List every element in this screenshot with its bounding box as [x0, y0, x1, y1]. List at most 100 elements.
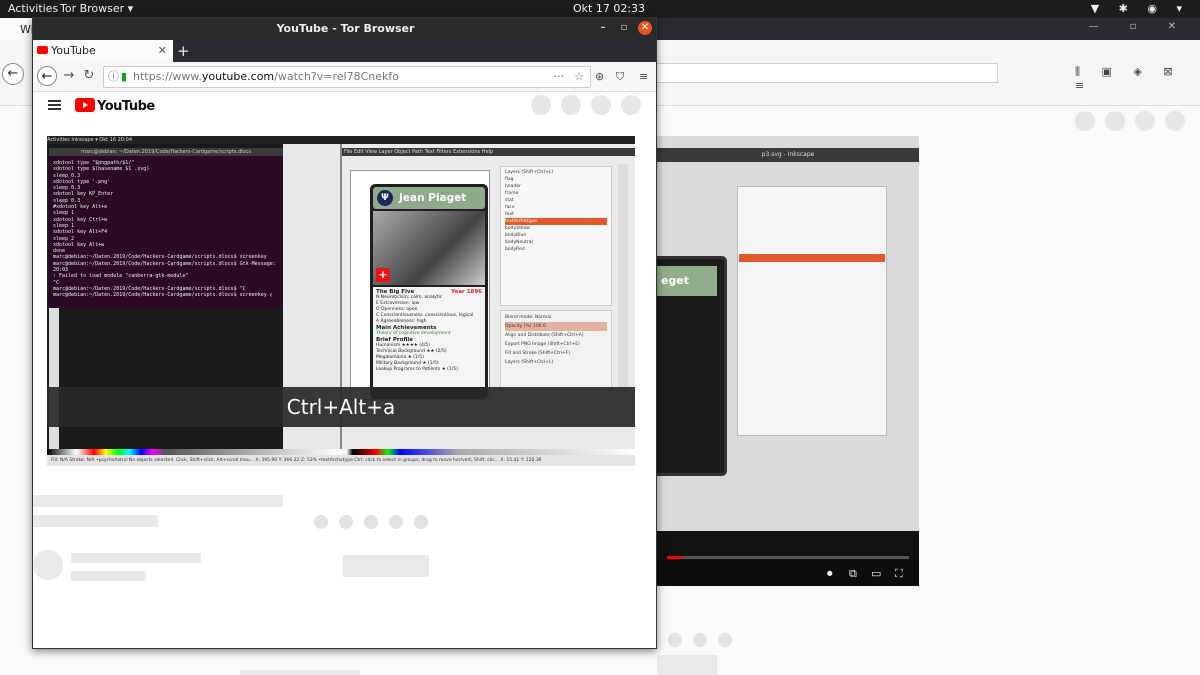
layer-item: header — [505, 184, 521, 189]
player-card: Ψ Jean Piaget + The Big Five Year 1896 N … — [370, 184, 488, 399]
theater-icon[interactable]: ▭ — [871, 567, 881, 580]
blend-mode: Blend mode: Normal — [505, 315, 552, 320]
layer-item: frame — [505, 191, 519, 196]
card-body: The Big Five Year 1896 N Neuroticism: cal… — [373, 287, 485, 387]
layer-item: text — [505, 212, 514, 217]
security-shield-icon[interactable]: ⛉ — [616, 70, 624, 84]
dialog-entry: Fill and Stroke (Shift+Ctrl+F) — [505, 351, 570, 356]
card-name: Jean Piaget — [399, 192, 467, 204]
youtube-logo[interactable]: YouTube — [75, 98, 155, 114]
back-button[interactable]: ← — [37, 66, 57, 86]
placeholder-dot — [693, 633, 707, 647]
placeholder-line — [240, 670, 360, 675]
bookmark-star-icon[interactable]: ☆ — [574, 67, 584, 87]
system-top-bar: Activities Tor Browser ▾ Okt 17 02:33 ▼ … — [0, 0, 1200, 18]
docked-dialogs: Align and Distribute (Shift+Ctrl+A) Expor… — [505, 331, 607, 367]
layers-title: Layers (Shift+Ctrl+L) — [505, 170, 554, 175]
action-placeholder-dot — [314, 515, 328, 529]
dialog-entry: Layers (Shift+Ctrl+L) — [505, 360, 554, 365]
channel-name-placeholder — [71, 553, 201, 563]
placeholder-dot — [718, 633, 732, 647]
meta-placeholder — [33, 515, 158, 527]
background-progress-bar[interactable] — [667, 556, 909, 559]
url-bar[interactable]: ⓘ ▮ https://www.youtube.com/watch?v=rel7… — [103, 66, 591, 88]
background-video-window-bar: p3.svg - Inkscape — [657, 148, 919, 162]
lock-icon: ▮ — [121, 70, 128, 83]
action-placeholder-dot — [364, 515, 378, 529]
inkscape-toolbox-left — [49, 308, 59, 458]
autoplay-icon[interactable]: ⏺ — [827, 567, 833, 581]
activities-button[interactable]: Activities — [8, 2, 58, 15]
channel-avatar-placeholder — [33, 550, 63, 580]
card-brief: Humanism ★★★★ (4/5) Technical Background … — [376, 343, 482, 373]
fullscreen-icon[interactable]: ⛶ — [895, 567, 903, 581]
clock[interactable]: Okt 17 02:33 — [573, 2, 645, 15]
window-title-bar[interactable]: YouTube - Tor Browser – ▫ ✕ — [33, 18, 656, 40]
placeholder-dot — [668, 633, 682, 647]
tab-strip: YouTube ✕ + — [33, 40, 656, 62]
background-window-controls[interactable]: — ▫ ✕ — [1088, 21, 1190, 32]
action-placeholder-dot — [389, 515, 403, 529]
navigation-bar: ← → ↻ ⓘ ▮ https://www.youtube.com/watch?… — [33, 62, 656, 92]
terminal-line: marc@debian:~/Daten.2019/Code/Hackers-Ca… — [53, 292, 273, 299]
layer-properties: Blend mode: Normal Opacity (%) 100.0 Ali… — [500, 310, 612, 390]
layer-item: bodyYellow — [505, 226, 530, 231]
terminal-title: marc@debian: ~/Daten.2019/Code/Hackers-C… — [49, 148, 283, 156]
url-text[interactable]: https://www.youtube.com/watch?v=rel78Cne… — [133, 67, 399, 87]
action-placeholder-dot — [339, 515, 353, 529]
card-header: Ψ Jean Piaget — [373, 187, 485, 209]
app-menu-button[interactable]: Tor Browser ▾ — [60, 2, 133, 15]
hamburger-menu-icon[interactable] — [48, 100, 61, 110]
layers-panel: Layers (Shift+Ctrl+L) flag header frame sta… — [500, 166, 612, 306]
opacity: Opacity (%) 100.0 — [505, 322, 607, 331]
background-toolbar-icons[interactable]: ⫼ ▣ ◈ ⊠ ≡ — [1075, 65, 1200, 92]
new-tab-button[interactable]: + — [177, 40, 190, 62]
inkscape-status-bar: Fill: N/A Stroke: N/A •psychoAstrol No o… — [47, 455, 635, 466]
background-yt-header-icons — [1075, 111, 1195, 135]
terminal-line: marc@debian:~/Daten.2019/Code/Hackers-Ca… — [53, 254, 267, 261]
maximize-icon[interactable]: ▫ — [617, 21, 631, 35]
site-info-icon[interactable]: ⓘ — [108, 67, 119, 87]
layer-item: stat — [505, 198, 514, 203]
youtube-header-icons[interactable] — [531, 95, 651, 119]
terminal-line: marc@debian:~/Daten.2019/Code/Hackers-Ca… — [53, 260, 276, 274]
swiss-flag-icon: + — [376, 268, 390, 282]
layers-list: flag header frame stat face text textArchetype… — [505, 176, 607, 253]
close-window-icon[interactable]: ✕ — [638, 21, 652, 35]
onion-circuit-icon[interactable]: ⊛ — [595, 70, 604, 83]
background-video-player[interactable]: p3.svg - Inkscape eget ⏺ ⧉ ▭ ⛶ — [657, 136, 919, 586]
card-brief-row: Lookup Programs to Patients ★ (1/5) — [376, 367, 458, 372]
menu-icon[interactable]: ≡ — [639, 70, 648, 83]
background-video-controls: ⏺ ⧉ ▭ ⛶ — [657, 561, 919, 586]
video-player[interactable]: Activities Inkscape ▾ Okt 16 20:04 marc@… — [47, 136, 635, 466]
forward-button[interactable]: → — [59, 66, 79, 86]
tab-label: YouTube — [51, 44, 96, 57]
layer-item: bodyBlue — [505, 233, 527, 238]
reload-button[interactable]: ↻ — [79, 66, 99, 86]
subscribe-placeholder — [343, 555, 429, 577]
video-gnome-bar: Activities Inkscape ▾ Okt 16 20:04 — [47, 136, 635, 144]
screenkey-caption: Ctrl+Alt+a — [47, 387, 635, 427]
tab-youtube[interactable]: YouTube ✕ — [33, 40, 173, 62]
background-card-title: eget — [657, 266, 717, 296]
layer-item: bodyRed — [505, 247, 525, 252]
background-back-icon[interactable]: ← — [2, 63, 24, 85]
tor-browser-window: YouTube - Tor Browser – ▫ ✕ YouTube ✕ + … — [32, 17, 657, 649]
miniplayer-icon[interactable]: ⧉ — [849, 567, 857, 581]
title-placeholder — [33, 495, 283, 507]
close-tab-icon[interactable]: ✕ — [158, 40, 167, 62]
background-url-field[interactable] — [656, 63, 998, 83]
background-layers-panel — [737, 186, 887, 436]
system-tray-icons[interactable]: ▼ ✱ ◉ ▾ — [1091, 2, 1190, 15]
channel-subs-placeholder — [71, 571, 146, 581]
dialog-entry: Align and Distribute (Shift+Ctrl+A) — [505, 333, 584, 338]
placeholder-block — [657, 655, 717, 675]
background-selected-layer — [739, 254, 885, 262]
page-actions-icon[interactable]: ··· — [554, 67, 565, 87]
card-traits: N Neuroticism: calm, analytic E Extravers… — [376, 295, 482, 325]
dialog-entry: Export PNG Image (Shift+Ctrl+E) — [505, 342, 580, 347]
inkscape-menu: File Edit View Layer Object Path Text Fi… — [340, 148, 635, 156]
layer-item: face — [505, 205, 515, 210]
minimize-icon[interactable]: – — [596, 21, 610, 35]
layer-item: bodyNeutral — [505, 240, 533, 245]
